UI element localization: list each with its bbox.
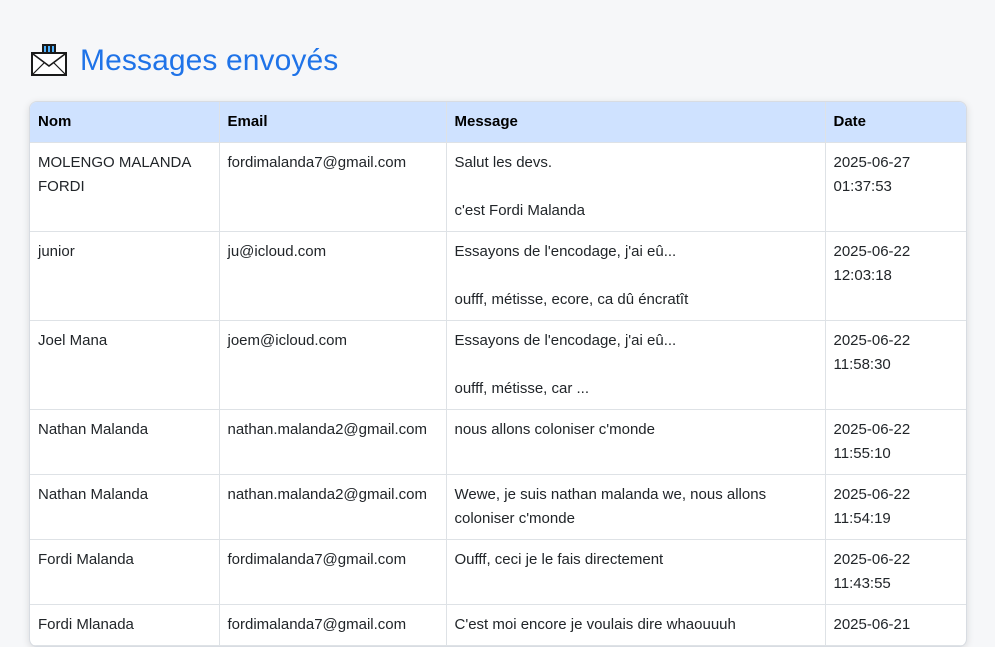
message-line: c'est Fordi Malanda <box>454 202 585 219</box>
cell-date: 2025-06-22 12:03:18 <box>825 231 966 321</box>
cell-message: Oufff, ceci je le fais directement <box>446 539 826 605</box>
message-line: C'est moi encore je voulais dire whaouuu… <box>454 616 736 633</box>
cell-email: joem@icloud.com <box>219 320 447 410</box>
table-row: Joel Mana joem@icloud.com Essayons de l'… <box>30 320 966 410</box>
message-line: nous allons coloniser c'monde <box>454 421 655 438</box>
column-header-nom: Nom <box>30 102 220 143</box>
outbox-tray-icon <box>30 41 70 81</box>
table-row: Fordi Malanda fordimalanda7@gmail.com Ou… <box>30 539 966 605</box>
page-header: Messages envoyés <box>30 40 338 82</box>
message-line: Essayons de l'encodage, j'ai eû... <box>454 332 677 349</box>
cell-nom: Joel Mana <box>30 320 220 410</box>
page-title: Messages envoyés <box>80 44 339 77</box>
message-line <box>455 175 817 199</box>
cell-email: nathan.malanda2@gmail.com <box>219 474 447 540</box>
cell-nom: junior <box>30 231 220 321</box>
cell-message: nous allons coloniser c'monde <box>446 409 826 475</box>
table-row: MOLENGO MALANDA FORDI fordimalanda7@gmai… <box>30 142 966 232</box>
cell-date: 2025-06-21 <box>825 604 966 646</box>
table-row: junior ju@icloud.com Essayons de l'encod… <box>30 231 966 321</box>
cell-message: Wewe, je suis nathan malanda we, nous al… <box>446 474 826 540</box>
cell-email: nathan.malanda2@gmail.com <box>219 409 447 475</box>
cell-date: 2025-06-22 11:58:30 <box>825 320 966 410</box>
page: Messages envoyés Nom Email Message Date <box>0 0 995 647</box>
message-line <box>455 264 817 288</box>
cell-message: Salut les devs. c'est Fordi Malanda <box>446 142 826 232</box>
messages-table-card: Nom Email Message Date MOLENGO MALANDA F… <box>29 101 967 647</box>
cell-date: 2025-06-22 11:55:10 <box>825 409 966 475</box>
table-row: Nathan Malanda nathan.malanda2@gmail.com… <box>30 474 966 540</box>
message-line: Salut les devs. <box>454 154 553 171</box>
cell-email: fordimalanda7@gmail.com <box>219 604 447 646</box>
message-line: Essayons de l'encodage, j'ai eû... <box>454 243 677 260</box>
cell-nom: MOLENGO MALANDA FORDI <box>30 142 220 232</box>
cell-nom: Nathan Malanda <box>30 409 220 475</box>
message-line: oufff, métisse, ecore, ca dû éncratît <box>454 291 689 308</box>
cell-email: ju@icloud.com <box>219 231 447 321</box>
table-row: Nathan Malanda nathan.malanda2@gmail.com… <box>30 409 966 475</box>
message-line: Wewe, je suis nathan malanda we, nous al… <box>454 486 767 527</box>
cell-date: 2025-06-22 11:43:55 <box>825 539 966 605</box>
cell-email: fordimalanda7@gmail.com <box>219 142 447 232</box>
message-line: oufff, métisse, car ... <box>454 380 590 397</box>
table-row: Fordi Mlanada fordimalanda7@gmail.com C'… <box>30 604 966 646</box>
cell-message: Essayons de l'encodage, j'ai eû... oufff… <box>446 320 826 410</box>
column-header-email: Email <box>219 102 447 143</box>
cell-nom: Fordi Mlanada <box>30 604 220 646</box>
column-header-date: Date <box>825 102 966 143</box>
cell-date: 2025-06-22 11:54:19 <box>825 474 966 540</box>
cell-nom: Fordi Malanda <box>30 539 220 605</box>
table-header-row: Nom Email Message Date <box>30 102 966 143</box>
cell-message: C'est moi encore je voulais dire whaouuu… <box>446 604 826 646</box>
column-header-message: Message <box>446 102 826 143</box>
cell-date: 2025-06-27 01:37:53 <box>825 142 966 232</box>
messages-table: Nom Email Message Date MOLENGO MALANDA F… <box>30 102 966 646</box>
message-line: Oufff, ceci je le fais directement <box>454 551 664 568</box>
cell-email: fordimalanda7@gmail.com <box>219 539 447 605</box>
message-line <box>455 353 817 377</box>
cell-message: Essayons de l'encodage, j'ai eû... oufff… <box>446 231 826 321</box>
cell-nom: Nathan Malanda <box>30 474 220 540</box>
